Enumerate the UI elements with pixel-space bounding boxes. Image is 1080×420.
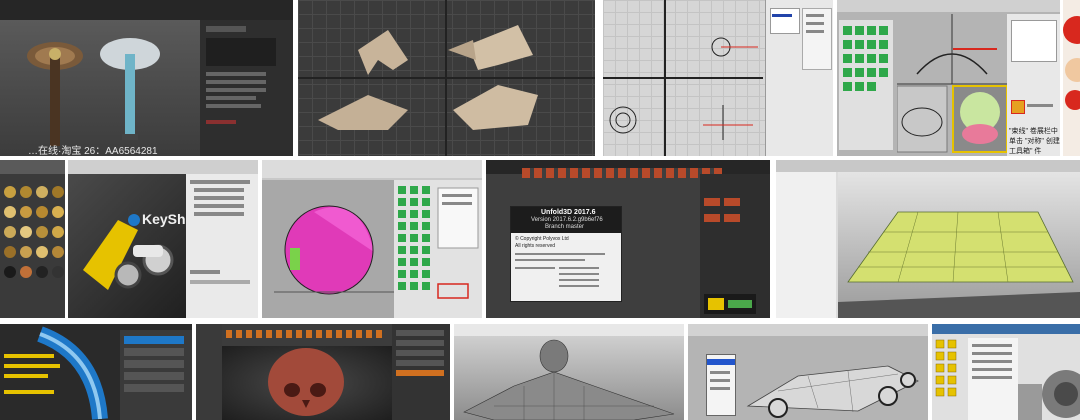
thumbnail-unfold3d[interactable]: Unfold3D 2017.6 Version 2017.6.2.g9b6ef7…	[486, 160, 770, 318]
left-toolbar	[196, 324, 222, 420]
dragon-models-illustration	[298, 0, 595, 156]
apple-viewports-illustration	[897, 14, 1007, 153]
unfold-branch: Branch master	[545, 224, 585, 230]
tip-line-3: 工具箱" 件	[1009, 148, 1042, 155]
tip-line-2: 单击 "对称" 创建	[1009, 138, 1060, 145]
thumbnail-human-mesh[interactable]	[454, 324, 684, 420]
icon-palette	[839, 20, 893, 150]
about-dialog: Unfold3D 2017.6 Version 2017.6.2.g9b6ef7…	[510, 206, 622, 302]
thumbnail-circle-viewports[interactable]	[603, 0, 833, 156]
scene-tree-panel	[186, 174, 258, 318]
skull-illustration	[268, 348, 344, 416]
command-panel	[765, 0, 833, 156]
context-menu	[706, 354, 736, 416]
thumbnail-race-car[interactable]	[688, 324, 928, 420]
human-mesh-illustration	[463, 339, 675, 420]
toolbar	[688, 324, 928, 336]
race-car-illustration	[746, 365, 919, 418]
modifier-panel	[200, 20, 293, 156]
gear-objects-illustration	[1018, 370, 1080, 420]
title-bar	[776, 160, 1080, 172]
icon-palette	[394, 180, 482, 318]
side-panel	[700, 174, 770, 318]
thumbnail-wireframe-terrain[interactable]	[776, 160, 1080, 318]
icon-palette	[934, 338, 964, 420]
unfold-copyright: © Copyright Polyvox Ltd	[515, 236, 569, 242]
thumbnail-max-apple[interactable]: "束线" 卷展栏中 单击 "对称" 创建 工具箱" 件	[837, 0, 1060, 156]
material-swatches	[4, 186, 64, 278]
properties-list	[968, 338, 1018, 420]
thumbnail-material-library[interactable]	[0, 160, 65, 318]
thumbnail-dragon-models[interactable]	[298, 0, 595, 156]
menu-bar	[837, 0, 1060, 12]
toolbar	[262, 160, 482, 178]
thumbnail-keyshot[interactable]: KeyShot 6	[68, 160, 258, 318]
character-illustration	[1063, 16, 1080, 110]
thumbnail-magenta-sphere[interactable]	[262, 160, 482, 318]
terrain-illustration	[838, 211, 1080, 318]
menu-bar	[0, 0, 293, 20]
thumbnail-zbrush-skull[interactable]	[196, 324, 450, 420]
thumbnail-axe-model[interactable]: …在线·淘宝 26：AA6564281	[0, 0, 293, 156]
unfold-title: Unfold3D 2017.6	[541, 209, 596, 216]
sphere-illustration	[274, 205, 394, 295]
tool-strip	[522, 168, 722, 178]
unfold-rights: All rights reserved	[515, 243, 556, 249]
axe-model-illustration	[27, 38, 160, 146]
thumbnail-cartoon-character[interactable]	[1063, 0, 1080, 156]
unfold-version: Version 2017.6.2.g9b6ef76	[531, 217, 603, 223]
keyshot-logo-icon	[128, 214, 140, 226]
circle-viewports-illustration	[603, 0, 763, 156]
orange-tool-strip	[226, 330, 386, 338]
right-palette	[392, 324, 450, 420]
title-bar	[454, 324, 684, 336]
annotation-text-block	[4, 354, 64, 404]
tip-line-1: "束线" 卷展栏中	[1009, 128, 1058, 135]
title-bar	[68, 160, 258, 174]
properties-panel	[120, 330, 192, 420]
thumbnail-gears[interactable]	[932, 324, 1080, 420]
thumbnail-tube-model[interactable]	[0, 324, 192, 420]
title-bar	[932, 324, 1080, 334]
watermark-text: …在线·淘宝 26：AA6564281	[28, 146, 158, 156]
title-bar	[0, 160, 65, 174]
outliner-panel	[776, 172, 836, 318]
